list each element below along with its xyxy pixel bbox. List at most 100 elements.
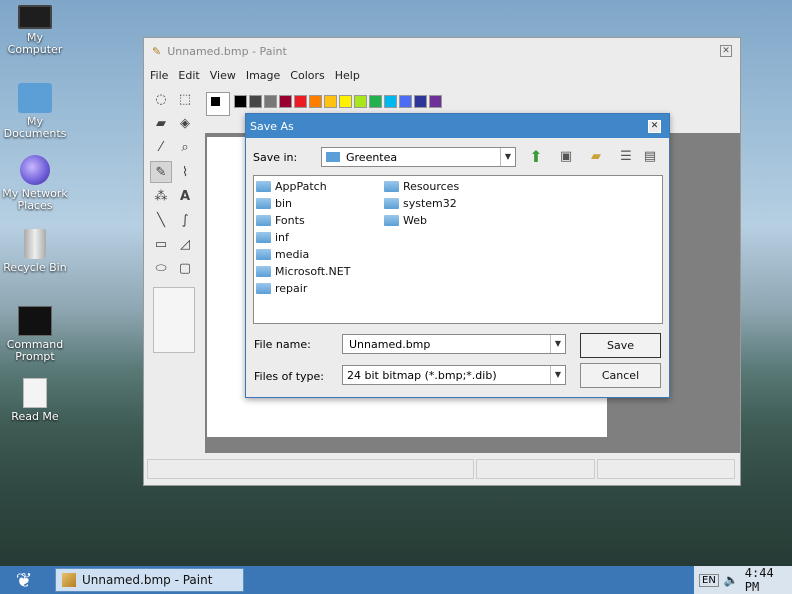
folder-icon xyxy=(256,232,271,243)
file-list-item[interactable]: media xyxy=(256,246,309,263)
file-list-item[interactable]: Microsoft.NET xyxy=(256,263,350,280)
folder-icon xyxy=(256,249,271,260)
menu-edit[interactable]: Edit xyxy=(178,69,199,82)
file-list-item-label: Microsoft.NET xyxy=(275,265,351,278)
palette-swatch[interactable] xyxy=(429,95,442,108)
file-list-item[interactable]: repair xyxy=(256,280,307,297)
menu-help[interactable]: Help xyxy=(335,69,360,82)
language-indicator[interactable]: EN xyxy=(699,573,719,587)
magnifier-icon[interactable]: ⌕ xyxy=(174,137,196,159)
file-list-item-label: Fonts xyxy=(275,214,305,227)
brush-icon[interactable]: ⌇ xyxy=(174,162,196,184)
polygon-icon[interactable]: ◿ xyxy=(174,234,196,256)
palette-swatch[interactable] xyxy=(414,95,427,108)
file-list-item-label: system32 xyxy=(403,197,457,210)
list-view-icon[interactable]: ☰ xyxy=(616,147,636,167)
save-in-value: Greentea xyxy=(346,150,398,164)
file-list-item[interactable]: bin xyxy=(256,195,292,212)
desktop-icon-my-network-places[interactable]: My Network Places xyxy=(0,155,70,212)
file-list-item[interactable]: Web xyxy=(384,212,427,229)
desktop-icon-command-prompt[interactable]: Command Prompt xyxy=(0,306,70,363)
palette-swatch[interactable] xyxy=(234,95,247,108)
palette-swatch[interactable] xyxy=(399,95,412,108)
palette-swatch[interactable] xyxy=(384,95,397,108)
up-folder-icon[interactable]: ⬆ xyxy=(526,147,546,167)
toolbox: ◌ ⬚ ▰ ◈ ⁄ ⌕ ✎ ⌇ ⁂ A ╲ ∫ ▭ ◿ ⬭ ▢ xyxy=(149,88,203,353)
save-in-row: Save in: Greentea ▼ ⬆ ▣ ▰ ☰ ▤ xyxy=(253,147,663,167)
document-icon xyxy=(23,378,47,408)
tool-options-box[interactable] xyxy=(153,287,195,353)
clock[interactable]: 4:44 PM xyxy=(745,566,792,594)
desktop-icon-read-me[interactable]: Read Me xyxy=(0,378,70,423)
desktop-icon-my-computer[interactable]: My Computer xyxy=(0,5,70,56)
palette-swatch[interactable] xyxy=(324,95,337,108)
eraser-icon[interactable]: ▰ xyxy=(150,113,172,135)
primary-color xyxy=(210,96,221,107)
palette-swatch[interactable] xyxy=(294,95,307,108)
paint-statusbar xyxy=(147,459,737,481)
file-list-item-label: inf xyxy=(275,231,289,244)
folder-icon xyxy=(326,152,340,162)
desktop-icon-recycle-bin[interactable]: Recycle Bin xyxy=(0,229,70,274)
palette-swatch[interactable] xyxy=(369,95,382,108)
desktop-icon[interactable]: ▣ xyxy=(556,147,576,167)
airbrush-icon[interactable]: ⁂ xyxy=(150,186,172,208)
menu-colors[interactable]: Colors xyxy=(290,69,324,82)
desktop-icon-label: Read Me xyxy=(11,410,59,423)
dialog-titlebar[interactable]: Save As ✕ xyxy=(246,114,669,138)
palette-swatch[interactable] xyxy=(354,95,367,108)
start-menu-icon[interactable]: ❦ xyxy=(2,566,46,594)
palette-swatch[interactable] xyxy=(309,95,322,108)
fill-bucket-icon[interactable]: ◈ xyxy=(174,113,196,135)
menu-image[interactable]: Image xyxy=(246,69,280,82)
free-select-icon[interactable]: ◌ xyxy=(150,89,172,111)
palette-swatch[interactable] xyxy=(279,95,292,108)
file-name-input[interactable]: Unnamed.bmp ▼ xyxy=(342,334,566,354)
palette-swatch[interactable] xyxy=(264,95,277,108)
palette-swatch[interactable] xyxy=(339,95,352,108)
new-folder-icon[interactable]: ▰ xyxy=(586,147,606,167)
file-type-select[interactable]: 24 bit bitmap (*.bmp;*.dib) ▼ xyxy=(342,365,566,385)
rounded-rect-icon[interactable]: ▢ xyxy=(174,258,196,280)
file-list-item-label: Resources xyxy=(403,180,460,193)
palette-swatch[interactable] xyxy=(249,95,262,108)
folder-icon xyxy=(384,215,399,226)
file-list-item[interactable]: system32 xyxy=(384,195,457,212)
cancel-button[interactable]: Cancel xyxy=(580,363,661,388)
file-type-label: Files of type: xyxy=(254,370,325,383)
line-icon[interactable]: ╲ xyxy=(150,210,172,232)
text-tool-icon[interactable]: A xyxy=(174,186,196,208)
dialog-close-icon[interactable]: ✕ xyxy=(648,119,661,133)
desktop-icon-label: Computer xyxy=(7,43,63,56)
dialog-title: Save As xyxy=(250,119,294,133)
file-list-item[interactable]: inf xyxy=(256,229,289,246)
save-in-combo[interactable]: Greentea ▼ xyxy=(321,147,516,167)
chevron-down-icon[interactable]: ▼ xyxy=(550,335,565,353)
desktop-icon-label: Documents xyxy=(3,127,67,140)
rect-select-icon[interactable]: ⬚ xyxy=(174,89,196,111)
folder-icon xyxy=(256,266,271,277)
taskbar: ❦ Unnamed.bmp - Paint EN 🔈 4:44 PM xyxy=(0,566,792,594)
details-view-icon[interactable]: ▤ xyxy=(640,147,660,167)
file-list-item[interactable]: Fonts xyxy=(256,212,305,229)
save-button[interactable]: Save xyxy=(580,333,661,358)
paint-titlebar[interactable]: ✎ Unnamed.bmp - Paint ✕ xyxy=(144,38,740,64)
ellipse-icon[interactable]: ⬭ xyxy=(150,258,172,280)
file-list-item[interactable]: AppPatch xyxy=(256,178,327,195)
paint-close-icon[interactable]: ✕ xyxy=(720,45,732,57)
curve-icon[interactable]: ∫ xyxy=(174,210,196,232)
file-list-item[interactable]: Resources xyxy=(384,178,459,195)
menu-file[interactable]: File xyxy=(150,69,168,82)
chevron-down-icon[interactable]: ▼ xyxy=(550,366,565,384)
pencil-icon[interactable]: ✎ xyxy=(150,161,172,183)
file-list: AppPatch bin Fonts inf media Microsoft.NET rep… xyxy=(253,175,663,324)
menu-view[interactable]: View xyxy=(210,69,236,82)
volume-icon[interactable]: 🔈 xyxy=(724,573,739,587)
rectangle-icon[interactable]: ▭ xyxy=(150,234,172,256)
desktop-icon-my-documents[interactable]: My Documents xyxy=(0,83,70,140)
paint-app-icon xyxy=(62,573,76,587)
color-picker-icon[interactable]: ⁄ xyxy=(150,137,172,159)
taskbar-item-paint[interactable]: Unnamed.bmp - Paint xyxy=(55,568,244,592)
current-colors[interactable] xyxy=(206,92,230,116)
chevron-down-icon[interactable]: ▼ xyxy=(500,148,515,166)
